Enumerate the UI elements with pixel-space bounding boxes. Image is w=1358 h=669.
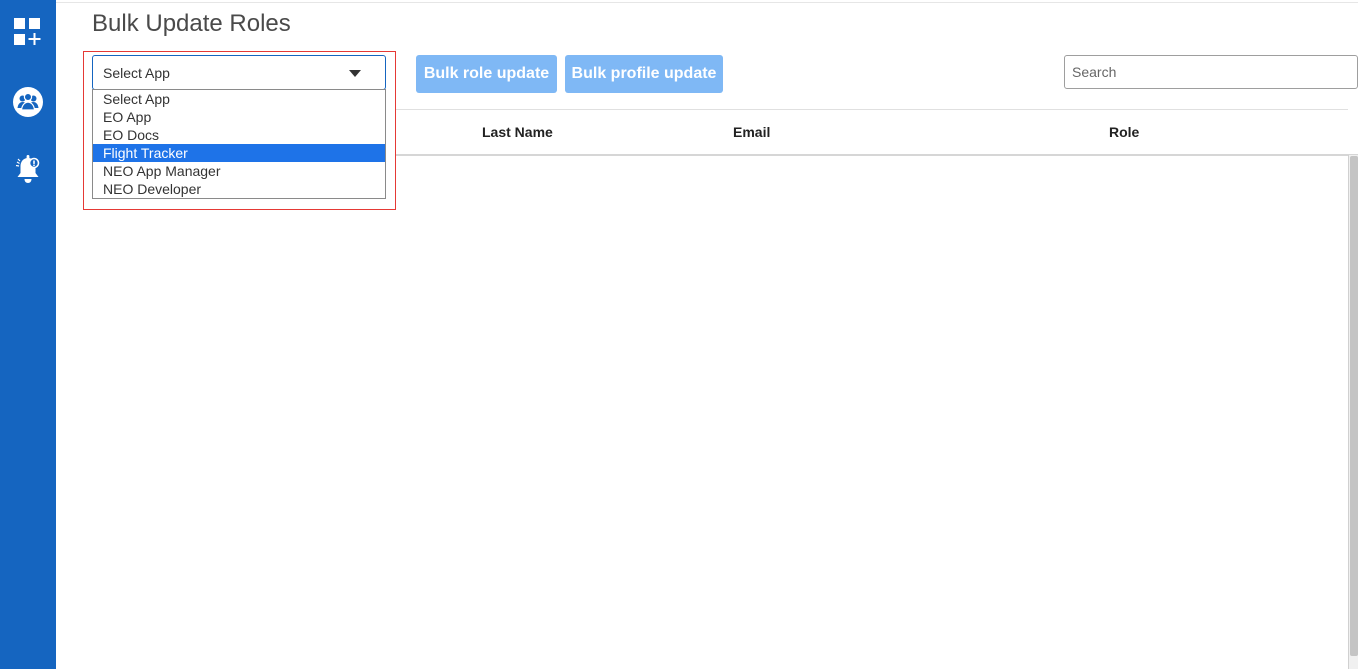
- top-divider: [56, 2, 1358, 3]
- app-select-options: Select App EO App EO Docs Flight Tracker…: [92, 89, 386, 199]
- table-top-divider: [396, 109, 1348, 110]
- app-option-eo-docs[interactable]: EO Docs: [93, 126, 385, 144]
- grid-add-icon[interactable]: [12, 16, 44, 48]
- app-option-select-app[interactable]: Select App: [93, 90, 385, 108]
- app-option-neo-developer[interactable]: NEO Developer: [93, 180, 385, 198]
- app-select[interactable]: Select App: [92, 55, 386, 90]
- notification-bell-icon[interactable]: [12, 154, 44, 186]
- column-header-last-name[interactable]: Last Name: [482, 124, 553, 140]
- bulk-profile-update-button[interactable]: Bulk profile update: [565, 55, 723, 93]
- table-header-divider: [396, 154, 1358, 156]
- bulk-role-update-button[interactable]: Bulk role update: [416, 55, 557, 93]
- app-option-eo-app[interactable]: EO App: [93, 108, 385, 126]
- app-select-value: Select App: [103, 65, 170, 81]
- column-header-role[interactable]: Role: [1109, 124, 1139, 140]
- caret-down-icon: [349, 70, 361, 77]
- table-scrollbar[interactable]: [1348, 155, 1358, 669]
- app-option-neo-app-manager[interactable]: NEO App Manager: [93, 162, 385, 180]
- column-header-email[interactable]: Email: [733, 124, 770, 140]
- app-option-flight-tracker[interactable]: Flight Tracker: [93, 144, 385, 162]
- scrollbar-thumb[interactable]: [1350, 156, 1358, 656]
- page-title: Bulk Update Roles: [92, 10, 291, 37]
- search-input[interactable]: [1064, 55, 1358, 89]
- users-group-icon[interactable]: [12, 86, 44, 118]
- sidebar: [0, 0, 56, 669]
